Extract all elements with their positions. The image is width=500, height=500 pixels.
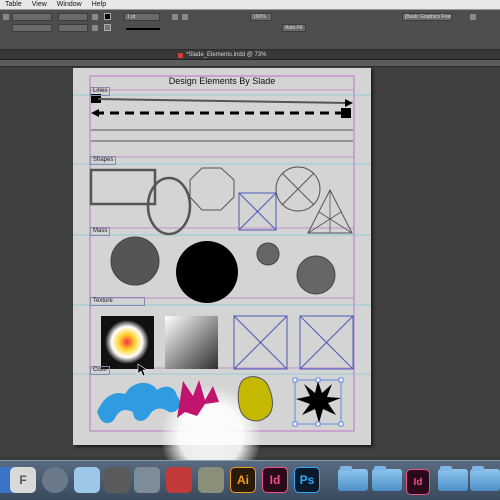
folder-icon[interactable] xyxy=(470,466,500,491)
tab-document[interactable]: *Slade_Elements.indd @ 73% xyxy=(174,51,270,60)
photos-icon[interactable] xyxy=(166,467,192,493)
rotate-icon[interactable] xyxy=(92,14,98,20)
selection-handle[interactable] xyxy=(315,377,321,383)
menu-help[interactable]: Help xyxy=(87,0,111,10)
stroke-swatch[interactable] xyxy=(104,24,111,31)
photo-booth-icon[interactable] xyxy=(104,467,130,493)
page-title: Design Elements By Slade xyxy=(168,76,276,86)
menu-table[interactable]: Table xyxy=(0,0,27,10)
menu-view[interactable]: View xyxy=(27,0,52,10)
color-layer xyxy=(97,363,344,427)
opacity-icon[interactable] xyxy=(182,14,188,20)
photoshop-icon[interactable]: Ps xyxy=(294,467,320,493)
section-label-texture: Texture xyxy=(90,297,145,306)
photoshop-glyph: Ps xyxy=(299,473,315,487)
reference-point-icon[interactable] xyxy=(3,14,9,20)
selection-handle[interactable] xyxy=(338,377,344,383)
indesign-document-glyph: Id xyxy=(413,476,423,488)
blue-blob-shape[interactable] xyxy=(97,382,180,424)
auto-fit-checkbox[interactable]: Auto-Fit xyxy=(282,24,306,32)
selection-handle[interactable] xyxy=(315,421,321,427)
migration-icon[interactable] xyxy=(198,467,224,493)
folder-icon[interactable] xyxy=(438,466,468,491)
zoom-field[interactable]: 100% xyxy=(250,13,272,21)
rocket-icon[interactable] xyxy=(42,467,68,493)
horizontal-ruler xyxy=(0,60,500,67)
tab-title: *Slade_Elements.indd @ 73% xyxy=(186,52,267,58)
fill-swatch[interactable] xyxy=(104,13,111,20)
selection-handle[interactable] xyxy=(292,421,298,427)
stroke-type-selector[interactable] xyxy=(126,28,160,30)
control-panel: 1 pt 100% Auto-Fit [Basic Graphics Frame… xyxy=(0,10,500,50)
mouse-pointer-icon xyxy=(137,363,148,377)
menu-bar: Table View Window Help xyxy=(0,0,500,10)
preview-icon[interactable] xyxy=(74,467,100,493)
width-field[interactable] xyxy=(58,13,88,21)
font-book-glyph: F xyxy=(19,473,27,487)
document-tab-bar: *Slade_Elements.indd @ 73% xyxy=(0,50,500,60)
dock: F Ai Id Ps Id xyxy=(0,460,500,500)
indesign-glyph: Id xyxy=(269,473,281,487)
magenta-crown-shape[interactable] xyxy=(177,380,219,418)
x-position-field[interactable] xyxy=(12,13,52,21)
shear-icon[interactable] xyxy=(92,25,98,31)
document-page: Design Elements By Slade Lines Shapes Ma… xyxy=(73,68,371,486)
effects-icon[interactable] xyxy=(172,14,178,20)
illustrator-glyph: Ai xyxy=(237,473,249,487)
font-book-icon[interactable]: F xyxy=(10,467,36,493)
mail-icon[interactable] xyxy=(134,467,160,493)
selection-handle[interactable] xyxy=(338,421,344,427)
close-tab-icon[interactable] xyxy=(178,53,183,58)
folder-icon[interactable] xyxy=(372,466,402,491)
folder-icon[interactable] xyxy=(338,466,368,491)
panel-menu-icon[interactable] xyxy=(470,14,476,20)
section-label-lines: Lines xyxy=(90,87,111,96)
olive-blob-shape[interactable] xyxy=(237,376,273,422)
selection-handle[interactable] xyxy=(292,377,298,383)
section-label-mass: Mass xyxy=(90,227,111,236)
black-star-shape[interactable] xyxy=(296,381,341,423)
height-field[interactable] xyxy=(58,24,88,32)
stroke-weight-field[interactable]: 1 pt xyxy=(124,13,160,21)
section-label-shapes: Shapes xyxy=(90,156,117,165)
indesign-document-icon[interactable]: Id xyxy=(406,469,430,495)
illustrator-icon[interactable]: Ai xyxy=(230,467,256,493)
y-position-field[interactable] xyxy=(12,24,52,32)
menu-window[interactable]: Window xyxy=(52,0,87,10)
app-window: Table View Window Help 1 pt 100% Auto-Fi… xyxy=(0,0,500,500)
indesign-icon[interactable]: Id xyxy=(262,467,288,493)
section-label-color: Color xyxy=(90,366,111,375)
object-style-dropdown[interactable]: [Basic Graphics Frame] xyxy=(402,13,452,21)
